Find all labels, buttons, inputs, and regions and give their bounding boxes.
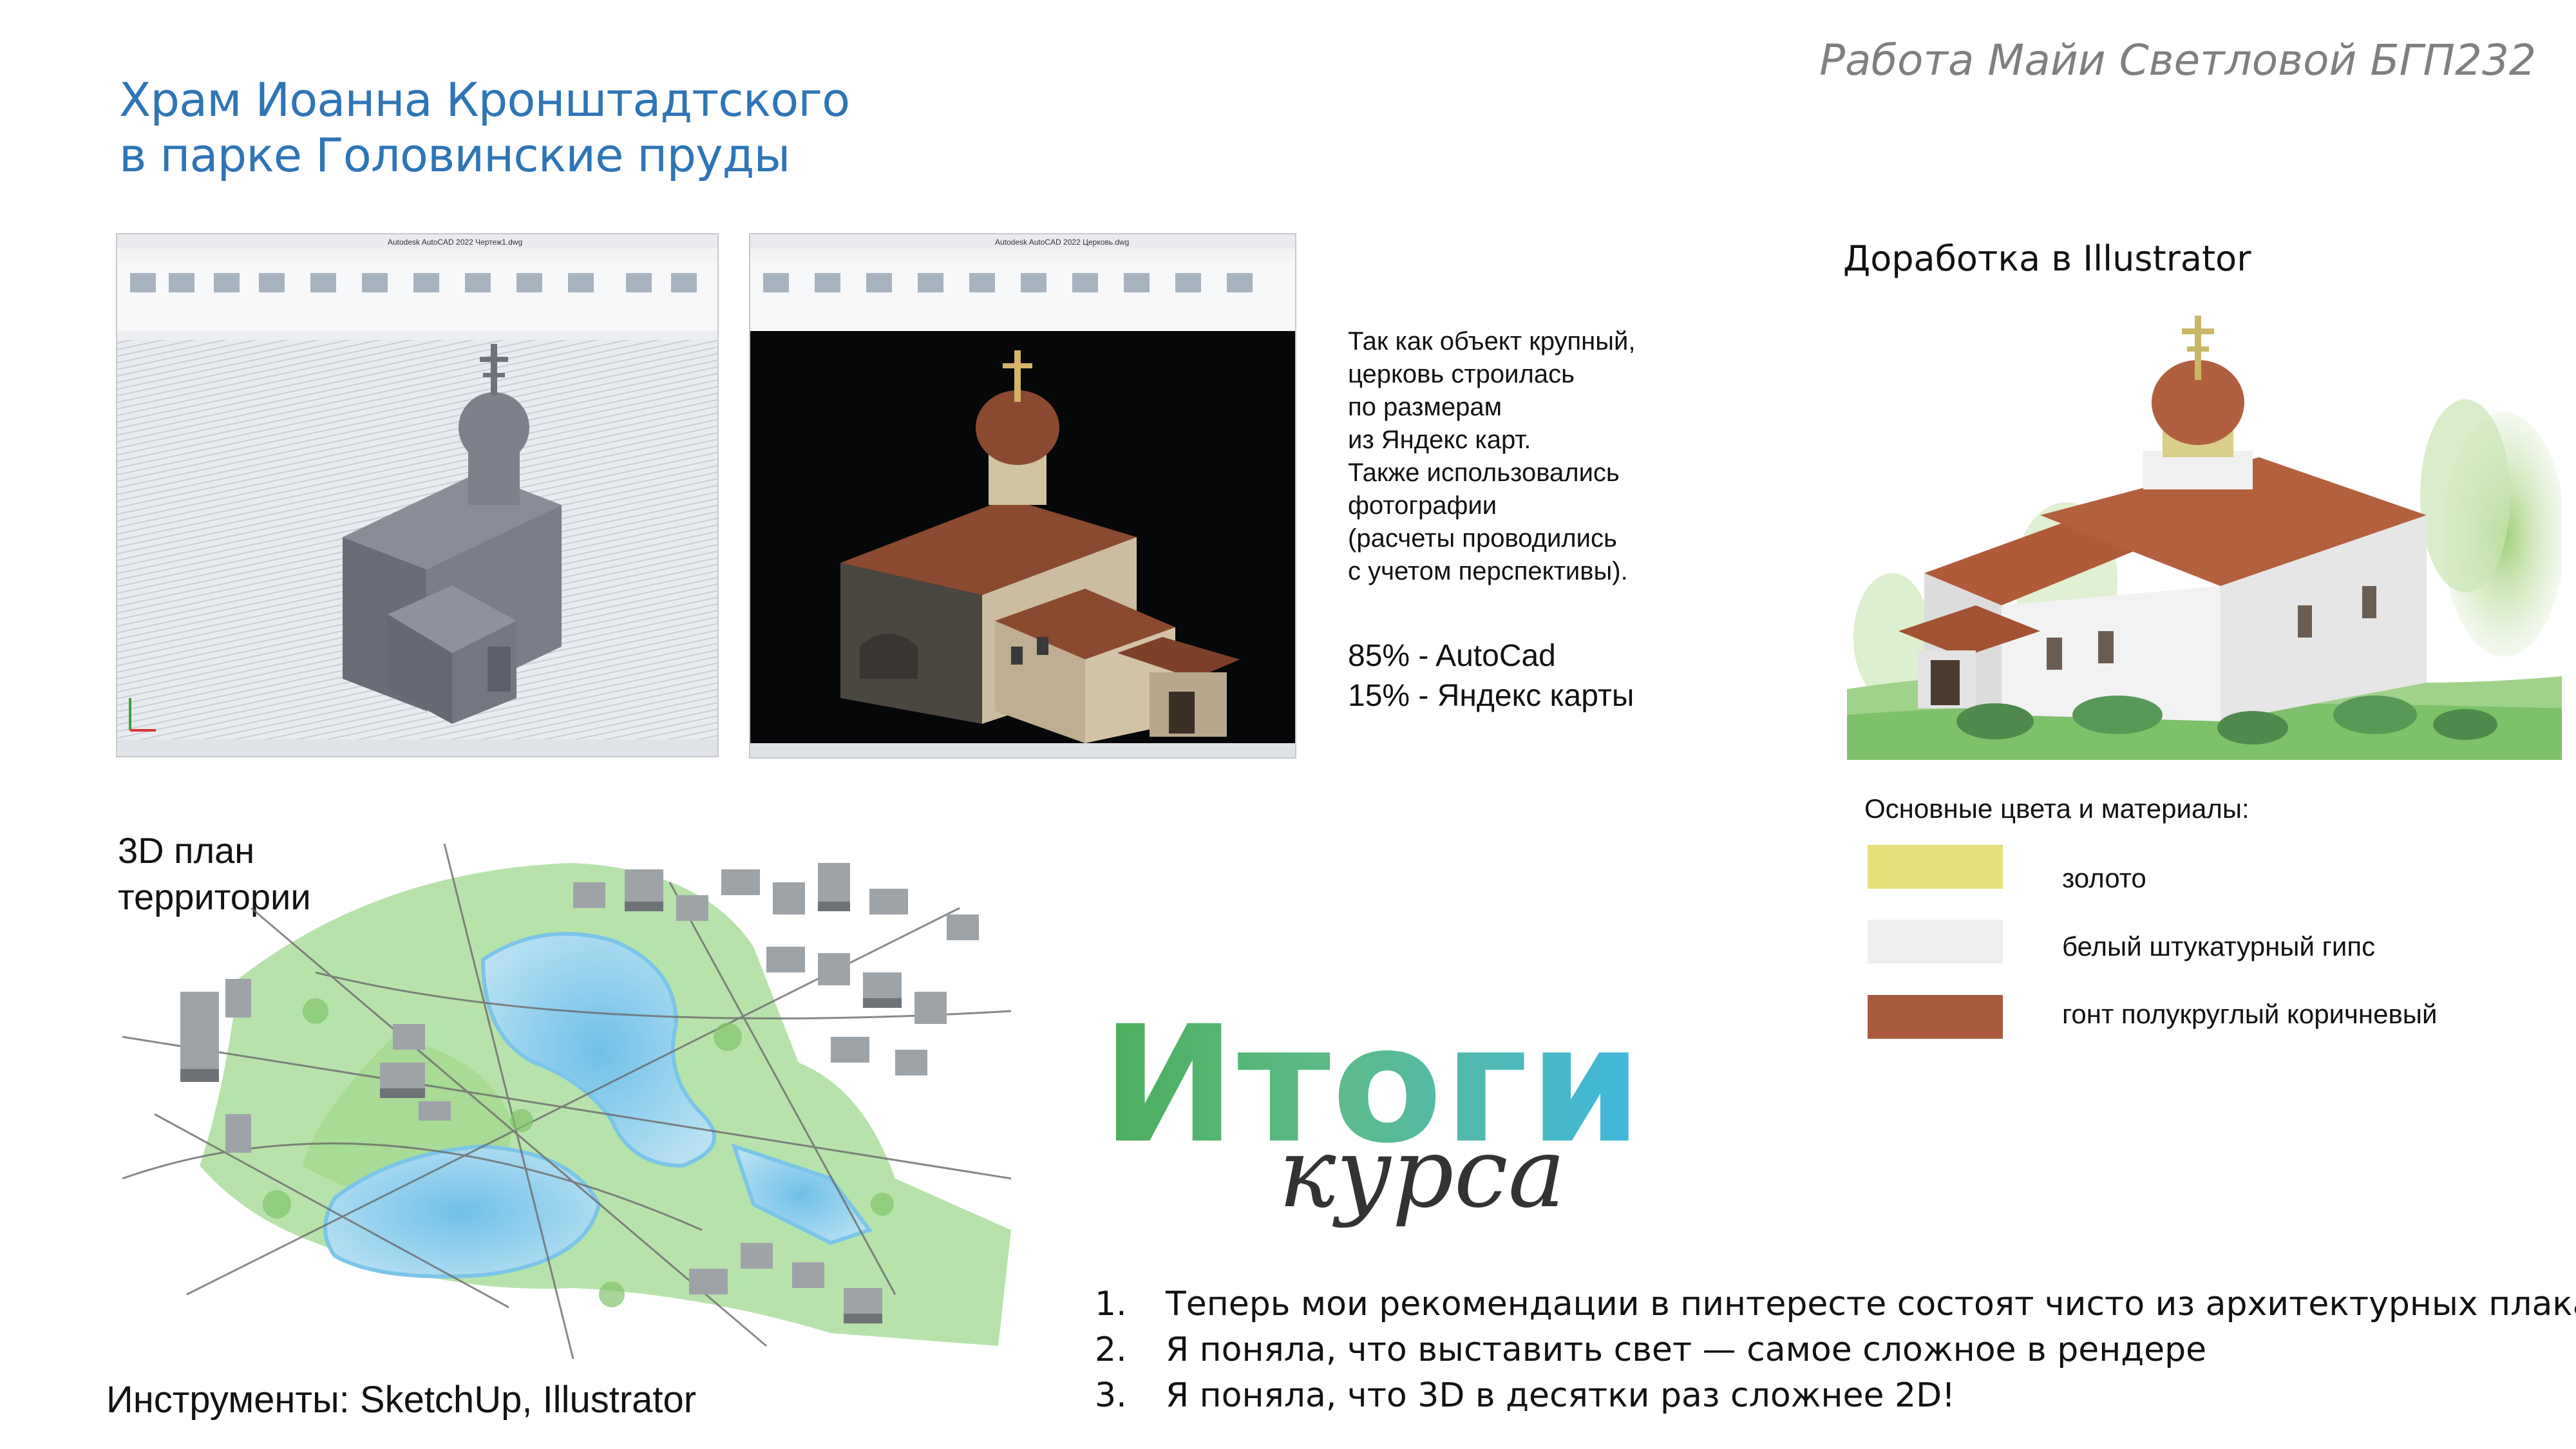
description-line: с учетом перспективы).	[1348, 557, 1628, 585]
autocad-left-title: Autodesk AutoCAD 2022 Чертеж1.dwg	[388, 238, 522, 247]
list-item-text: Я поняла, что 3D в десятки раз сложнее 2…	[1166, 1376, 1955, 1415]
page-title: Храм Иоанна Кронштадтского в парке Голов…	[119, 72, 850, 183]
title-line-2: в парке Головинские пруды	[119, 128, 790, 182]
swatch-gold	[1868, 845, 2003, 889]
list-item: 3. Я поняла, что 3D в десятки раз сложне…	[1095, 1373, 2576, 1419]
swatch-brown-shingle	[1868, 995, 2003, 1039]
illustrator-caption: Доработка в Illustrator	[1843, 238, 2251, 279]
tool-share-stats: 85% - AutoCad 15% - Яндекс карты	[1348, 636, 1634, 716]
illustrator-render	[1847, 303, 2565, 760]
method-description: Так как объект крупный, церковь строилас…	[1348, 325, 1709, 588]
palette-title: Основные цвета и материалы:	[1864, 793, 2249, 824]
autocad-dark-illustration: Autodesk AutoCAD 2022 Церковь.dwg	[750, 234, 1295, 757]
swatch-label-gold: золото	[2062, 863, 2146, 893]
list-item-number: 2.	[1095, 1331, 1127, 1369]
church-illustration	[1847, 303, 2565, 760]
logo-kursa: курса	[1278, 1117, 1566, 1229]
autocad-screenshot-dark: Autodesk AutoCAD 2022 Церковь.dwg	[749, 233, 1296, 759]
stat-yandex: 15% - Яндекс карты	[1348, 679, 1634, 713]
list-item-number: 1.	[1095, 1285, 1127, 1323]
list-item-text: Теперь мои рекомендации в пинтересте сос…	[1166, 1285, 2576, 1323]
description-line: церковь строилась	[1348, 360, 1575, 388]
tools-caption: Инструменты: SketchUp, Illustrator	[106, 1379, 697, 1421]
autocad-right-title: Autodesk AutoCAD 2022 Церковь.dwg	[995, 238, 1129, 247]
description-line: Так как объект крупный,	[1348, 327, 1636, 355]
autocad-light-illustration: Autodesk AutoCAD 2022 Чертеж1.dwg	[117, 234, 717, 756]
description-line: по размерам	[1348, 393, 1502, 421]
swatch-label-brown-shingle: гонт полукруглый коричневый	[2062, 999, 2438, 1029]
findings-list: 1. Теперь мои рекомендации в пинтересте …	[1095, 1282, 2576, 1419]
swatch-label-white-plaster: белый штукатурный гипс	[2062, 931, 2376, 961]
list-item: 1. Теперь мои рекомендации в пинтересте …	[1095, 1282, 2576, 1327]
stat-autocad: 85% - AutoCad	[1348, 639, 1556, 673]
list-item-number: 3.	[1095, 1376, 1127, 1415]
site-plan-3d	[122, 843, 1012, 1359]
description-line: Также использовались	[1348, 459, 1620, 487]
list-item-text: Я поняла, что выставить свет — самое сло…	[1166, 1331, 2207, 1369]
site-plan-illustration	[122, 843, 1012, 1359]
author-credit: Работа Майи Светловой БГП232	[1819, 35, 2536, 85]
description-line: из Яндекс карт.	[1348, 426, 1531, 454]
description-line: (расчеты проводились	[1348, 524, 1617, 553]
description-line: фотографии	[1348, 491, 1497, 520]
swatch-white-plaster	[1868, 920, 2003, 963]
list-item: 2. Я поняла, что выставить свет — самое …	[1095, 1327, 2576, 1373]
title-line-1: Храм Иоанна Кронштадтского	[119, 73, 850, 127]
autocad-screenshot-light: Autodesk AutoCAD 2022 Чертеж1.dwg	[116, 233, 719, 757]
